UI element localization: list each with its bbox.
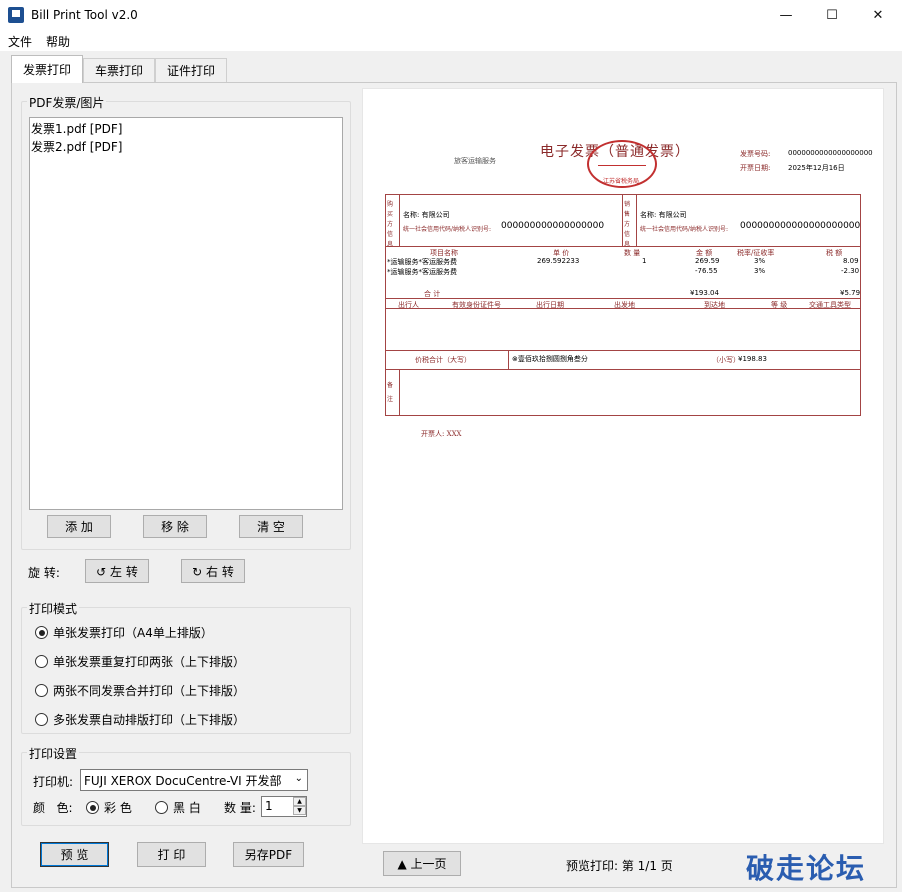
tab-id-print[interactable]: 证件打印 xyxy=(155,58,227,82)
item-quantity: 1 xyxy=(642,257,647,265)
preview-button[interactable]: 预 览 xyxy=(40,842,109,867)
total-tax: ¥5.79 xyxy=(840,289,861,297)
quantity-stepper[interactable]: 1 ▲ ▼ xyxy=(261,796,307,817)
mode-option-repeat[interactable]: 单张发票重复打印两张（上下排版） xyxy=(35,653,245,670)
item-tax-rate: 3% xyxy=(754,257,766,265)
rotate-label: 旋 转: xyxy=(28,566,60,580)
header-quantity: 数 量 xyxy=(624,249,641,257)
buyer-tax-id: 000000000000000000 xyxy=(501,221,605,231)
item-tax: 8.09 xyxy=(843,257,859,265)
quantity-label: 数 量: xyxy=(224,801,256,815)
seller-side-divider xyxy=(636,194,637,246)
remove-button[interactable]: 移 除 xyxy=(143,515,207,538)
radio-icon[interactable] xyxy=(155,801,168,814)
add-button[interactable]: 添 加 xyxy=(47,515,111,538)
invoice-date: 2025年12月16日 xyxy=(788,164,845,172)
menu-bar xyxy=(0,31,902,51)
seal-text: 江苏省税务局 xyxy=(603,178,640,185)
mode-option-single[interactable]: 单张发票打印（A4单上排版） xyxy=(35,624,213,641)
list-item[interactable]: 发票1.pdf [PDF] xyxy=(31,120,341,138)
radio-icon[interactable] xyxy=(35,655,48,668)
item-unit-price: 269.592233 xyxy=(537,257,580,265)
file-group-title: PDF发票/图片 xyxy=(27,94,107,111)
words-row-top xyxy=(385,350,861,351)
issuer: 开票人: XXX xyxy=(421,430,462,438)
save-pdf-button[interactable]: 另存PDF xyxy=(233,842,304,867)
item-name: *运输服务*客运服务费 xyxy=(387,258,457,266)
list-item[interactable]: 发票2.pdf [PDF] xyxy=(31,138,341,156)
color-option-bw[interactable]: 黑 白 xyxy=(155,799,201,816)
words-row-divider xyxy=(508,350,509,369)
invoice-date-label: 开票日期: xyxy=(740,164,771,172)
chevron-down-icon: ⌄ xyxy=(294,773,303,784)
file-list[interactable]: 发票1.pdf [PDF] 发票2.pdf [PDF] xyxy=(29,117,343,510)
total-small: ¥198.83 xyxy=(738,355,767,363)
totals-divider xyxy=(385,298,861,299)
tab-invoice-print[interactable]: 发票打印 xyxy=(11,55,83,83)
buyer-side-label: 购买方信息 xyxy=(387,201,394,248)
rotate-left-button[interactable]: ↺ 左 转 xyxy=(85,559,149,583)
color-option-color[interactable]: 彩 色 xyxy=(86,799,132,816)
radio-icon[interactable] xyxy=(35,713,48,726)
invoice-number: 0000000000000000000 xyxy=(788,149,873,157)
seller-tax-id: 000000000000000000000 xyxy=(740,221,861,231)
total-amount: ¥193.04 xyxy=(690,289,719,297)
window-title: Bill Print Tool v2.0 xyxy=(31,8,138,22)
minimize-button[interactable]: — xyxy=(763,0,809,31)
total-small-label: （小写） xyxy=(712,356,740,364)
rotate-right-button[interactable]: ↻ 右 转 xyxy=(181,559,245,583)
item-tax-rate: 3% xyxy=(754,267,766,275)
remark-label: 备注 xyxy=(387,382,394,403)
item-amount: 269.59 xyxy=(695,257,720,265)
travel-header-divider xyxy=(385,308,861,309)
seller-side-label: 销售方信息 xyxy=(624,201,631,248)
words-row-bottom xyxy=(385,369,861,370)
item-name: *运输服务*客运服务费 xyxy=(387,268,457,276)
item-tax: -2.30 xyxy=(841,267,860,275)
color-label: 颜 色: xyxy=(33,801,73,815)
print-mode-title: 打印模式 xyxy=(27,600,80,617)
printer-select[interactable]: FUJI XEROX DocuCentre-VI 开发部 ⌄ xyxy=(80,769,308,791)
mode-option-merge[interactable]: 两张不同发票合并打印（上下排版） xyxy=(35,682,245,699)
print-button[interactable]: 打 印 xyxy=(137,842,206,867)
printer-label: 打印机: xyxy=(33,775,74,789)
menu-help[interactable]: 帮助 xyxy=(46,33,70,50)
maximize-button[interactable]: ☐ xyxy=(809,0,855,31)
mode-option-auto[interactable]: 多张发票自动排版打印（上下排版） xyxy=(35,711,245,728)
item-amount: -76.55 xyxy=(695,267,718,275)
close-button[interactable]: ✕ xyxy=(855,0,901,31)
print-settings-title: 打印设置 xyxy=(27,745,80,762)
total-words-label: 价税合计（大写） xyxy=(415,356,471,364)
buyer-tax-label: 统一社会信用代码/纳税人识别号: xyxy=(403,226,492,233)
remark-divider xyxy=(399,369,400,416)
seller-name: 名称: 有限公司 xyxy=(640,211,687,219)
stepper-down-icon[interactable]: ▼ xyxy=(293,806,306,815)
clear-button[interactable]: 清 空 xyxy=(239,515,303,538)
seal-line xyxy=(598,165,646,166)
header-tax: 税 额 xyxy=(826,249,843,257)
buyer-side-divider xyxy=(399,194,400,246)
invoice-number-label: 发票号码: xyxy=(740,150,771,158)
prev-page-button[interactable]: ▲ 上一页 xyxy=(383,851,461,876)
buyer-name: 名称: 有限公司 xyxy=(403,211,450,219)
total-words: ⊗壹佰玖拾捌圆捌角叁分 xyxy=(512,355,588,363)
app-icon xyxy=(8,7,24,23)
tab-ticket-print[interactable]: 车票打印 xyxy=(83,58,155,82)
radio-icon[interactable] xyxy=(35,626,48,639)
invoice-category: 旅客运输服务 xyxy=(454,157,496,165)
menu-file[interactable]: 文件 xyxy=(8,33,32,50)
seller-tax-label: 统一社会信用代码/纳税人识别号: xyxy=(640,226,729,233)
radio-icon[interactable] xyxy=(86,801,99,814)
party-mid-divider xyxy=(622,194,623,246)
page-status: 预览打印: 第 1/1 页 xyxy=(566,859,673,873)
party-row-divider xyxy=(385,246,861,247)
forum-watermark: 破走论坛 xyxy=(746,852,867,885)
radio-icon[interactable] xyxy=(35,684,48,697)
